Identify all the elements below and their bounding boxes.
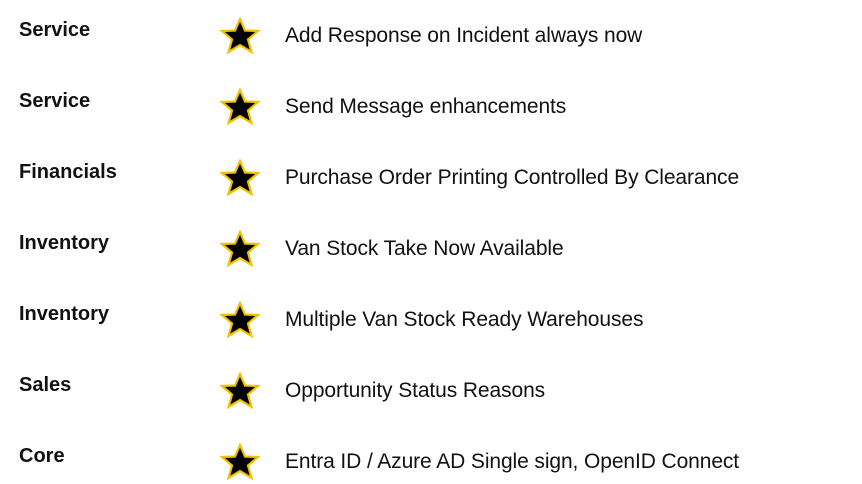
list-item: Financials Purchase Order Printing Contr… <box>0 159 862 199</box>
star-icon <box>219 159 261 197</box>
list-item: Core Entra ID / Azure AD Single sign, Op… <box>0 443 862 483</box>
release-notes-list: Service Add Response on Incident always … <box>0 0 862 484</box>
feature-text: Send Message enhancements <box>285 95 567 118</box>
feature-text: Multiple Van Stock Ready Warehouses <box>285 308 644 331</box>
feature-text: Entra ID / Azure AD Single sign, OpenID … <box>285 450 740 473</box>
category-label: Financials <box>19 161 117 183</box>
list-item: Inventory Van Stock Take Now Available <box>0 230 862 270</box>
list-item: Service Send Message enhancements <box>0 88 862 128</box>
star-icon <box>219 230 261 268</box>
star-icon <box>219 443 261 481</box>
category-label: Inventory <box>19 232 110 254</box>
category-label: Service <box>19 19 91 41</box>
feature-text: Van Stock Take Now Available <box>285 237 564 260</box>
category-label: Core <box>19 445 65 467</box>
category-label: Sales <box>19 374 72 396</box>
star-icon <box>219 17 261 55</box>
list-item: Inventory Multiple Van Stock Ready Wareh… <box>0 301 862 341</box>
star-icon <box>219 372 261 410</box>
star-icon <box>219 301 261 339</box>
list-item: Service Add Response on Incident always … <box>0 17 862 57</box>
feature-text: Purchase Order Printing Controlled By Cl… <box>285 166 740 189</box>
feature-text: Add Response on Incident always now <box>285 24 643 47</box>
star-icon <box>219 88 261 126</box>
category-label: Service <box>19 90 91 112</box>
feature-text: Opportunity Status Reasons <box>285 379 546 402</box>
category-label: Inventory <box>19 303 110 325</box>
list-item: Sales Opportunity Status Reasons <box>0 372 862 412</box>
